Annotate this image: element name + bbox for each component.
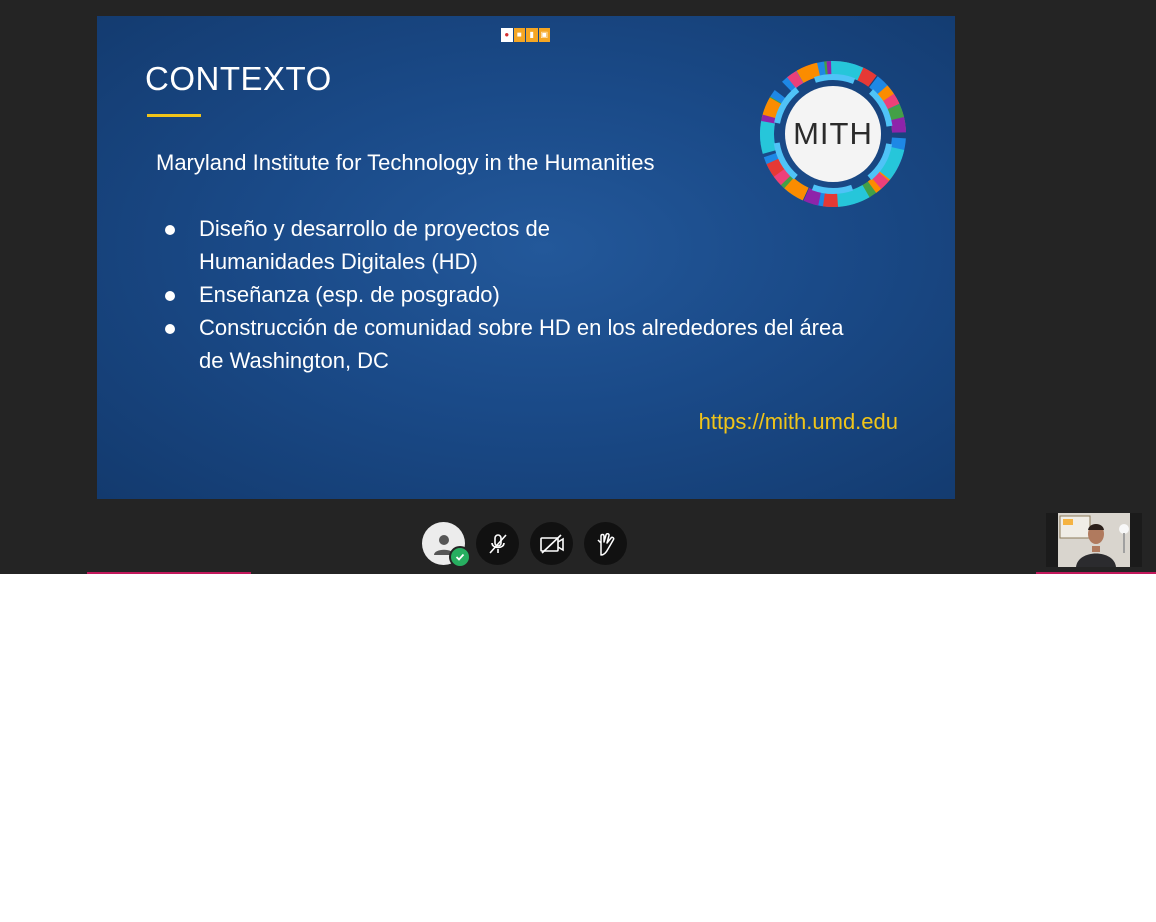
bullet-text: de Washington, DC	[199, 348, 389, 373]
video-icon: ■	[513, 28, 525, 42]
active-speaker-bar	[87, 572, 251, 574]
bullet-dot-icon	[165, 324, 175, 334]
bullet-item: Diseño y desarrollo de proyectos de Huma…	[157, 212, 897, 278]
bullet-dot-icon	[165, 291, 175, 301]
bullet-text: Enseñanza (esp. de posgrado)	[199, 282, 500, 307]
bullet-text: Humanidades Digitales (HD)	[199, 249, 478, 274]
raise-hand-button[interactable]	[584, 522, 627, 565]
self-video-thumbnail[interactable]	[1046, 513, 1142, 567]
title-underline	[147, 114, 201, 117]
camera-off-button[interactable]	[530, 522, 573, 565]
slide-url: https://mith.umd.edu	[698, 409, 898, 434]
bullet-text: Diseño y desarrollo de proyectos de	[199, 216, 550, 241]
user-status-button[interactable]	[422, 522, 471, 568]
microphone-off-icon	[488, 533, 507, 554]
camera-off-icon	[539, 533, 564, 554]
logo-text: MITH	[793, 116, 873, 151]
webcam-feed-icon	[1046, 513, 1142, 567]
presentation-slide: ● ■ ▮ ▣ CONTEXTO Maryland Institute for …	[97, 16, 955, 499]
bullet-text: Construcción de comunidad sobre HD en lo…	[199, 315, 844, 340]
record-icon: ●	[501, 28, 513, 42]
share-icon: ▣	[538, 28, 550, 42]
mith-logo: MITH	[759, 60, 907, 208]
conference-window: ● ■ ▮ ▣ CONTEXTO Maryland Institute for …	[0, 0, 1156, 574]
bullet-item: Enseñanza (esp. de posgrado)	[157, 278, 897, 311]
bullet-list: Diseño y desarrollo de proyectos de Huma…	[157, 212, 897, 377]
bullet-item: Construcción de comunidad sobre HD en lo…	[157, 311, 897, 377]
mute-microphone-button[interactable]	[476, 522, 519, 565]
active-speaker-bar	[1036, 572, 1156, 574]
bullet-dot-icon	[165, 225, 175, 235]
mic-icon: ▮	[526, 28, 538, 42]
call-controls	[422, 522, 627, 568]
hand-icon	[596, 532, 614, 556]
slide-title: CONTEXTO	[145, 60, 332, 97]
presentation-indicator-icons: ● ■ ▮ ▣	[501, 28, 550, 42]
slide-subtitle: Maryland Institute for Technology in the…	[156, 150, 655, 175]
status-check-icon	[449, 546, 471, 568]
